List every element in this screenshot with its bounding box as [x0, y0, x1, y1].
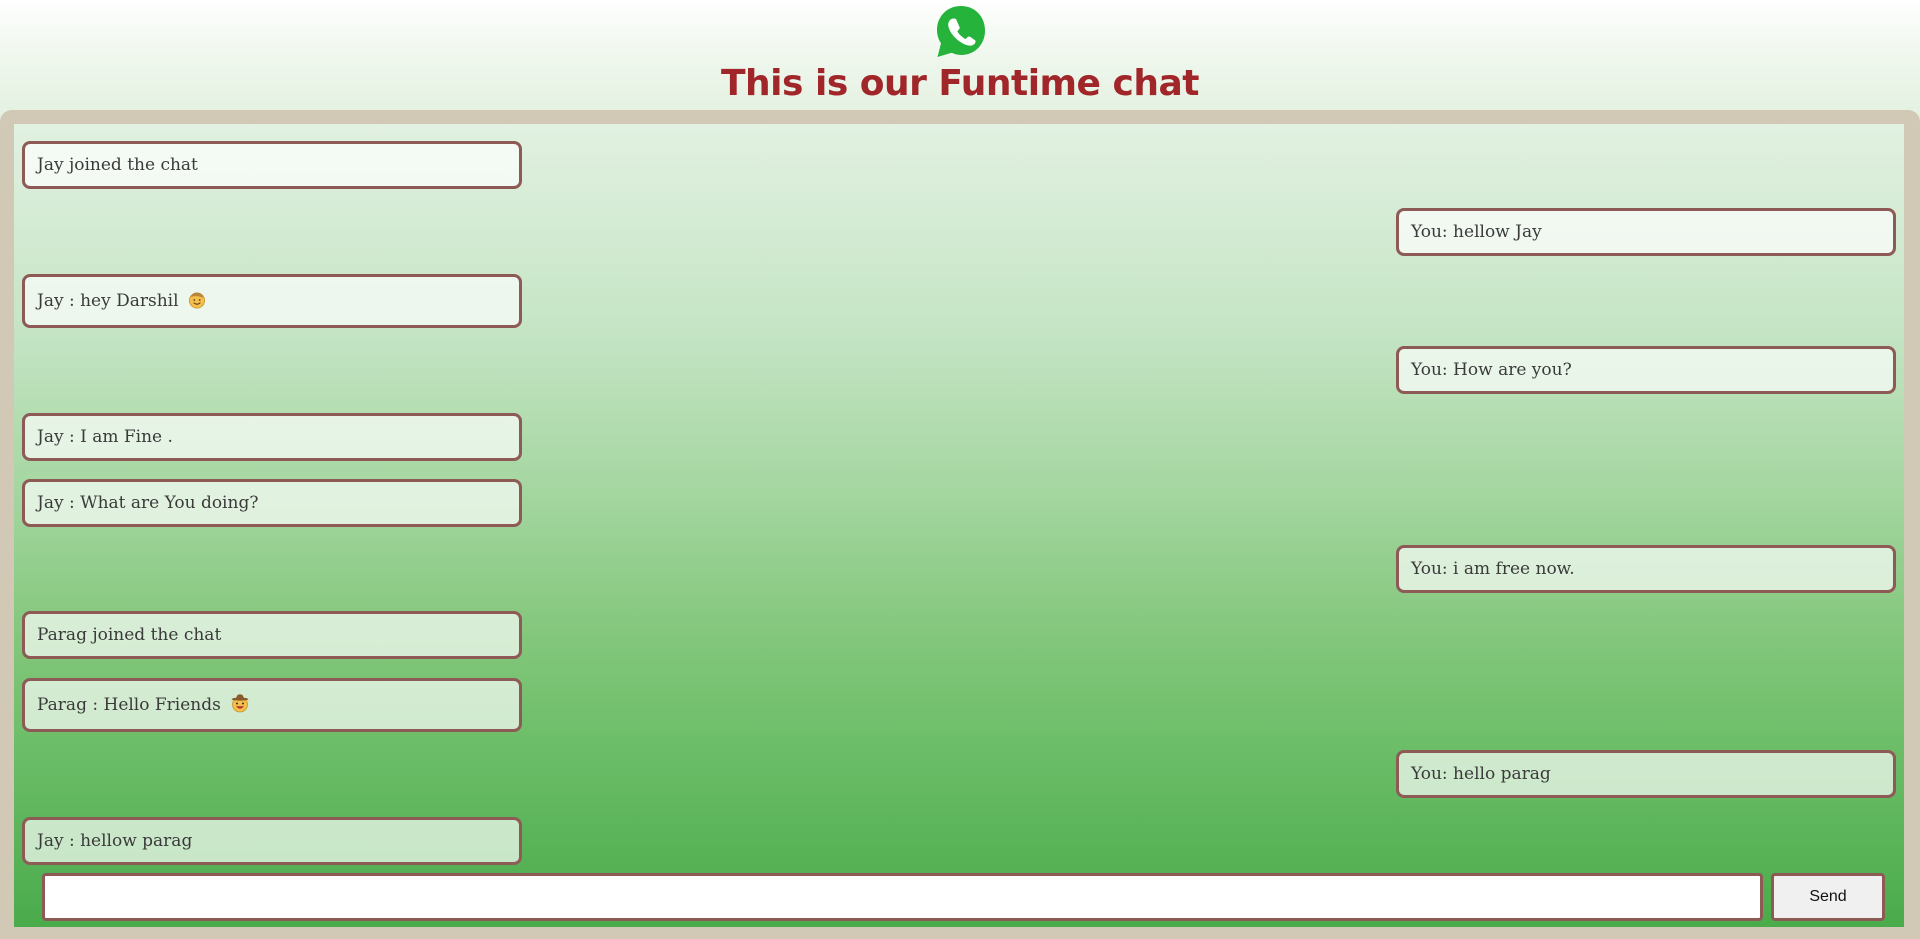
message-text: You: hellow Jay — [1411, 222, 1542, 242]
message-bubble-received: Jay : What are You doing? — [22, 479, 522, 527]
message-text: You: hello parag — [1411, 764, 1551, 784]
message-bubble-received: Jay : I am Fine . — [22, 413, 522, 461]
cowboy-face-emoji-icon — [231, 694, 249, 713]
message-text: Jay : hellow parag — [37, 831, 193, 851]
message-text: Parag : Hello Friends — [37, 695, 221, 715]
message-text: You: i am free now. — [1411, 559, 1575, 579]
chat-header: This is our Funtime chat — [0, 0, 1920, 110]
message-text: Jay : hey Darshil — [37, 291, 179, 311]
message-bubble-received: Parag joined the chat — [22, 611, 522, 659]
message-bubble-received: Jay : hey Darshil — [22, 274, 522, 328]
message-composer: Send — [42, 873, 1896, 921]
page-title: This is our Funtime chat — [721, 63, 1199, 104]
message-bubble-sent: You: hello parag — [1396, 750, 1896, 798]
message-text: You: How are you? — [1411, 360, 1572, 380]
message-list: Jay joined the chat You: hellow Jay Jay … — [14, 124, 1904, 865]
message-text: Jay : I am Fine . — [37, 427, 173, 447]
message-text: Jay joined the chat — [37, 155, 198, 175]
message-text: Parag joined the chat — [37, 625, 222, 645]
whatsapp-icon — [937, 6, 985, 57]
message-bubble-sent: You: i am free now. — [1396, 545, 1896, 593]
message-bubble-received: Jay : hellow parag — [22, 817, 522, 865]
message-input[interactable] — [42, 873, 1763, 921]
send-button[interactable]: Send — [1771, 873, 1885, 921]
message-bubble-received: Parag : Hello Friends — [22, 678, 522, 732]
smiling-face-emoji-icon — [188, 292, 205, 309]
message-text: Jay : What are You doing? — [37, 493, 259, 513]
message-bubble-sent: You: How are you? — [1396, 346, 1896, 394]
message-bubble-received: Jay joined the chat — [22, 141, 522, 189]
chat-container: Jay joined the chat You: hellow Jay Jay … — [0, 110, 1920, 939]
message-area[interactable]: Jay joined the chat You: hellow Jay Jay … — [14, 124, 1904, 927]
message-bubble-sent: You: hellow Jay — [1396, 208, 1896, 256]
